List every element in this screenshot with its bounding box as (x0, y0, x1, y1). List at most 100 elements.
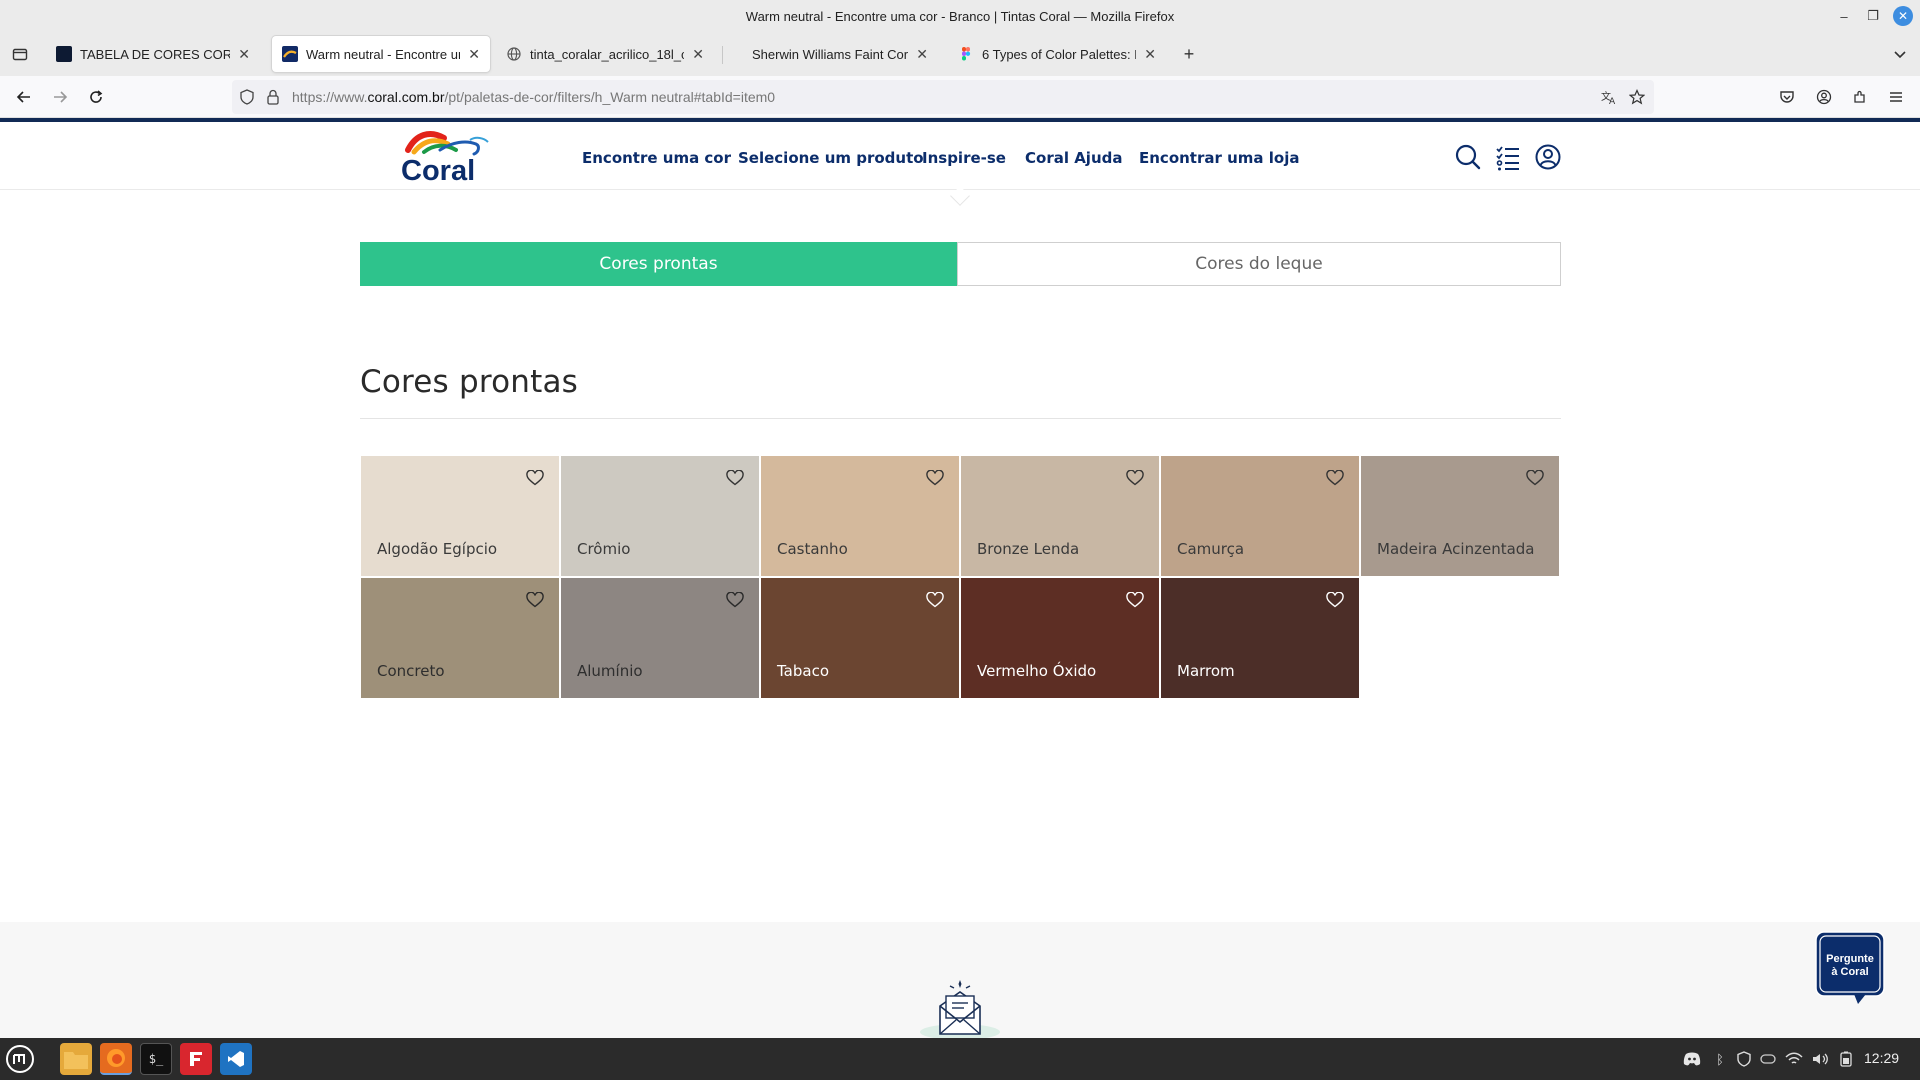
favorite-heart-icon[interactable] (525, 468, 545, 488)
forward-arrow-icon[interactable] (46, 83, 74, 111)
tab-favicon-icon (56, 46, 72, 62)
tab-tinta-coralar[interactable]: tinta_coralar_acrilico_18l_co ✕ (496, 36, 714, 72)
tracking-shield-icon[interactable] (238, 88, 256, 106)
swatch-vermelho-oxido[interactable]: Vermelho Óxido (961, 578, 1159, 698)
checklist-icon[interactable] (1493, 142, 1523, 172)
swatch-name: Madeira Acinzentada (1377, 540, 1535, 558)
color-swatch-grid: Algodão Egípcio Crômio Castanho Bronze L… (361, 456, 1561, 700)
nav-inspire-se[interactable]: Inspire-se (922, 149, 1006, 167)
tab-label: TABELA DE CORES CORAL – (80, 46, 231, 62)
favorite-heart-icon[interactable] (1125, 590, 1145, 610)
coral-logo[interactable]: Coral (400, 128, 500, 187)
swatch-algodao-egipcio[interactable]: Algodão Egípcio (361, 456, 559, 576)
swatch-concreto[interactable]: Concreto (361, 578, 559, 698)
swatch-name: Bronze Lenda (977, 540, 1080, 558)
envelope-newsletter-icon (916, 976, 1004, 1038)
tab-color-palettes[interactable]: 6 Types of Color Palettes: De ✕ (948, 36, 1166, 72)
close-tab-icon[interactable]: ✕ (1144, 46, 1156, 63)
favorite-heart-icon[interactable] (925, 590, 945, 610)
list-tabs-chevron-icon[interactable] (1886, 40, 1914, 68)
tab-warm-neutral[interactable]: Warm neutral - Encontre uma cor ✕ (272, 36, 490, 72)
terminal-icon[interactable]: $_ (140, 1043, 172, 1075)
swatch-cromio[interactable]: Crômio (561, 456, 759, 576)
account-icon[interactable] (1810, 83, 1838, 111)
nav-encontre-cor[interactable]: Encontre uma cor (582, 149, 731, 167)
tab-cores-do-leque[interactable]: Cores do leque (957, 242, 1561, 286)
chat-line-1: Pergunte (1826, 953, 1874, 965)
favorite-heart-icon[interactable] (1125, 468, 1145, 488)
swatch-name: Vermelho Óxido (977, 662, 1097, 680)
hamburger-menu-icon[interactable] (1882, 83, 1910, 111)
close-tab-icon[interactable]: ✕ (468, 46, 480, 63)
search-icon[interactable] (1453, 142, 1483, 172)
tab-overview-icon[interactable] (6, 40, 34, 68)
swatch-aluminio[interactable]: Alumínio (561, 578, 759, 698)
vpn-tray-icon[interactable] (1759, 1050, 1777, 1068)
tab-sherwin-williams[interactable]: Sherwin Williams Faint Coral ✕ (742, 36, 938, 72)
favorite-heart-icon[interactable] (525, 590, 545, 610)
shield-tray-icon[interactable] (1735, 1050, 1753, 1068)
favorite-heart-icon[interactable] (725, 468, 745, 488)
favorite-heart-icon[interactable] (925, 468, 945, 488)
favorite-heart-icon[interactable] (1325, 468, 1345, 488)
filezilla-icon[interactable] (180, 1043, 212, 1075)
pocket-icon[interactable] (1773, 83, 1801, 111)
nav-encontrar-loja[interactable]: Encontrar uma loja (1139, 149, 1299, 167)
wifi-icon[interactable] (1785, 1050, 1803, 1068)
window-titlebar: Warm neutral - Encontre uma cor - Branco… (0, 0, 1920, 32)
lock-icon[interactable] (264, 88, 282, 106)
nav-selecione-produto[interactable]: Selecione um produto (738, 149, 924, 167)
translate-icon[interactable]: 文A (1600, 88, 1618, 106)
new-tab-icon[interactable]: + (1175, 40, 1203, 68)
extensions-icon[interactable] (1846, 83, 1874, 111)
bookmark-star-icon[interactable] (1628, 88, 1646, 106)
close-tab-icon[interactable]: ✕ (692, 46, 704, 63)
files-folder-icon[interactable] (60, 1043, 92, 1075)
swatch-madeira-acinzentada[interactable]: Madeira Acinzentada (1361, 456, 1559, 576)
close-tab-icon[interactable]: ✕ (916, 46, 928, 63)
close-tab-icon[interactable]: ✕ (238, 46, 250, 63)
favorite-heart-icon[interactable] (725, 590, 745, 610)
coral-favicon-icon (282, 46, 298, 62)
reload-icon[interactable] (82, 83, 110, 111)
minimize-button[interactable]: – (1834, 6, 1854, 26)
tab-label: Warm neutral - Encontre uma cor (306, 46, 460, 62)
swatch-marrom[interactable]: Marrom (1161, 578, 1359, 698)
swatch-camurca[interactable]: Camurça (1161, 456, 1359, 576)
bluetooth-icon[interactable]: ᛒ (1711, 1050, 1729, 1068)
site-header: Coral Encontre uma cor Selecione um prod… (0, 122, 1920, 190)
tab-cores-prontas[interactable]: Cores prontas (360, 242, 957, 286)
swatch-name: Camurça (1177, 540, 1245, 558)
tab-label: tinta_coralar_acrilico_18l_co (530, 46, 685, 62)
swatch-castanho[interactable]: Castanho (761, 456, 959, 576)
nav-coral-ajuda[interactable]: Coral Ajuda (1025, 149, 1123, 167)
swatch-name: Crômio (577, 540, 631, 558)
discord-tray-icon[interactable] (1683, 1050, 1701, 1068)
close-window-button[interactable]: ✕ (1893, 6, 1913, 26)
user-account-icon[interactable] (1533, 142, 1563, 172)
swatch-tabaco[interactable]: Tabaco (761, 578, 959, 698)
swatch-bronze-lenda[interactable]: Bronze Lenda (961, 456, 1159, 576)
pergunte-coral-chat-button[interactable]: Pergunte à Coral (1814, 930, 1886, 1006)
vscode-icon[interactable] (220, 1043, 252, 1075)
swatch-name: Castanho (777, 540, 848, 558)
swatch-name: Algodão Egípcio (377, 540, 498, 558)
back-arrow-icon[interactable] (10, 83, 38, 111)
os-taskbar: $_ ᛒ 12:29 (0, 1038, 1920, 1080)
favorite-heart-icon[interactable] (1325, 590, 1345, 610)
figma-favicon-icon (958, 46, 974, 62)
volume-icon[interactable] (1811, 1050, 1829, 1068)
swatch-name: Tabaco (777, 662, 830, 680)
firefox-taskbar-icon[interactable] (100, 1043, 132, 1075)
section-divider (360, 418, 1561, 419)
taskbar-clock[interactable]: 12:29 (1864, 1050, 1899, 1066)
tab-tabela-cores[interactable]: TABELA DE CORES CORAL – ✕ (46, 36, 260, 72)
address-bar[interactable]: https://www.coral.com.br/pt/paletas-de-c… (232, 80, 1654, 114)
restore-button[interactable]: ❐ (1863, 6, 1883, 26)
favorite-heart-icon[interactable] (1525, 468, 1545, 488)
url-text[interactable]: https://www.coral.com.br/pt/paletas-de-c… (292, 89, 775, 105)
mint-menu-icon[interactable] (4, 1043, 36, 1075)
swatch-name: Alumínio (577, 662, 643, 680)
battery-icon[interactable] (1837, 1050, 1855, 1068)
swatch-name: Marrom (1177, 662, 1235, 680)
